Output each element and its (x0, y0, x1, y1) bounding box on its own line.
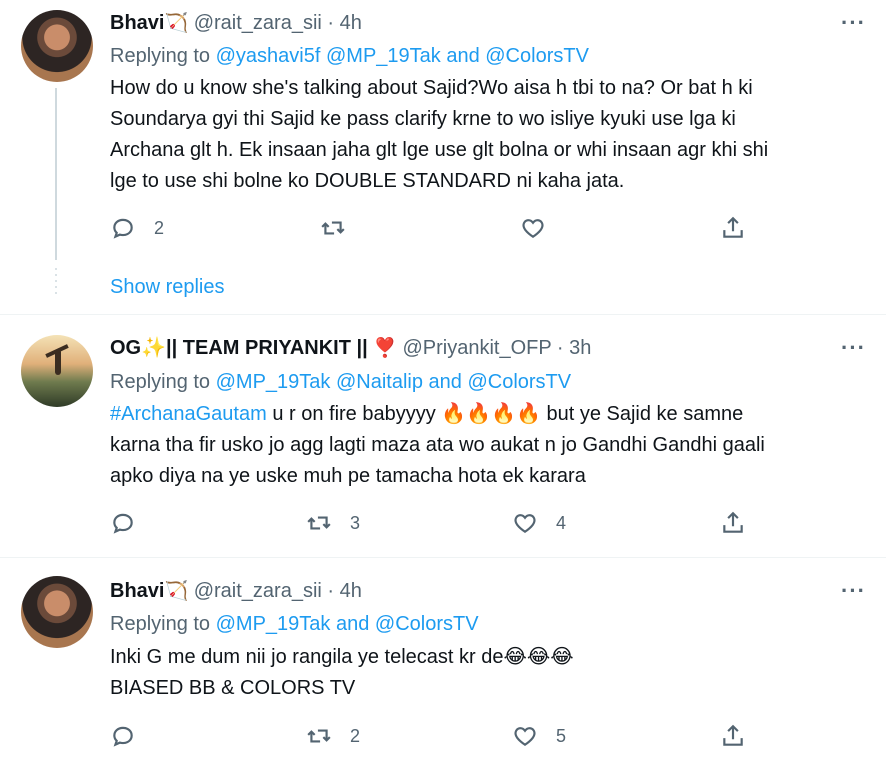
display-name[interactable]: Bhavi (110, 12, 164, 34)
like-icon (514, 727, 536, 746)
tweet-3[interactable]: Bhavi🏹 @rait_zara_sii · 4h ··· Replying … (0, 558, 886, 759)
bow-and-arrow-icon: 🏹 (164, 13, 189, 34)
share-button[interactable] (720, 213, 746, 243)
reply-button[interactable] (110, 508, 154, 538)
hashtag-link[interactable]: #ArchanaGautam (110, 403, 267, 425)
retweet-icon (307, 516, 331, 530)
retweet-icon (307, 729, 331, 743)
reply-count: 2 (154, 217, 165, 238)
replying-to-label: Replying to (110, 45, 211, 67)
reply-button[interactable] (110, 721, 154, 751)
bow-and-arrow-icon: 🏹 (164, 581, 189, 602)
tweet-text: Inki G me dum nii jo rangila ye telecast… (110, 642, 850, 704)
separator-dot: · (556, 337, 564, 359)
more-icon[interactable]: ··· (841, 335, 866, 361)
replying-to-label: Replying to (110, 371, 211, 393)
replying-to-targets[interactable]: @MP_19Tak @Naitalip and @ColorsTV (216, 371, 572, 393)
like-button[interactable] (520, 213, 564, 243)
retweet-button[interactable]: 2 (306, 721, 360, 751)
tweet-text-line: Archana glt h. Ek insaan jaha glt lge us… (110, 139, 769, 161)
tweet-actions: 2 5 (110, 721, 750, 751)
share-button[interactable] (720, 508, 746, 538)
retweet-count: 2 (350, 725, 361, 746)
reply-icon (113, 218, 133, 239)
user-handle[interactable]: @Priyankit_OFP (402, 337, 551, 359)
tweet-1[interactable]: Bhavi🏹 @rait_zara_sii · 4h ··· Replying … (0, 0, 886, 314)
display-name[interactable]: OG✨|| TEAM PRIYANKIT || (110, 337, 368, 359)
more-icon[interactable]: ··· (841, 578, 866, 604)
tweet-text-line: How do u know she's talking about Sajid?… (110, 77, 753, 99)
like-count: 4 (556, 512, 567, 533)
tweet-header: Bhavi🏹 @rait_zara_sii · 4h (110, 578, 362, 604)
share-icon (723, 724, 743, 746)
retweet-count: 3 (350, 512, 361, 533)
user-handle[interactable]: @rait_zara_sii (194, 580, 322, 602)
avatar[interactable] (21, 335, 93, 407)
display-name[interactable]: Bhavi (110, 580, 164, 602)
retweet-icon (321, 221, 345, 235)
like-icon (514, 514, 536, 533)
user-handle[interactable]: @rait_zara_sii (194, 12, 322, 34)
replying-to: Replying to @yashavi5f @MP_19Tak and @Co… (110, 43, 589, 69)
replying-to-targets[interactable]: @MP_19Tak and @ColorsTV (216, 613, 479, 635)
like-button[interactable]: 4 (512, 508, 566, 538)
tweet-text-line: BIASED BB & COLORS TV (110, 677, 356, 699)
avatar[interactable] (21, 10, 93, 82)
tweet-text-fragment: u r on fire babyyyy 🔥🔥🔥🔥 but ye Sajid ke… (266, 403, 744, 425)
avatar[interactable] (21, 576, 93, 648)
tweet-2[interactable]: OG✨|| TEAM PRIYANKIT || ❣️ @Priyankit_OF… (0, 315, 886, 557)
tweet-header: Bhavi🏹 @rait_zara_sii · 4h (110, 10, 362, 36)
like-button[interactable]: 5 (512, 721, 566, 751)
reply-button[interactable]: 2 (110, 213, 164, 243)
retweet-button[interactable]: 3 (306, 508, 360, 538)
thread-line (55, 88, 57, 260)
tweet-actions: 3 4 (110, 508, 750, 538)
heart-exclamation-icon: ❣️ (373, 338, 397, 359)
replying-to-label: Replying to (110, 613, 211, 635)
replying-to-targets[interactable]: @yashavi5f @MP_19Tak and @ColorsTV (216, 45, 589, 67)
share-icon (723, 216, 743, 238)
tweet-text-line: Inki G me dum nii jo rangila ye telecast… (110, 646, 574, 668)
tweet-text-line: apko diya na ye uske muh pe tamacha hota… (110, 465, 586, 487)
thread-dots (55, 268, 57, 298)
tweet-text: How do u know she's talking about Sajid?… (110, 73, 850, 197)
timestamp[interactable]: 4h (340, 580, 362, 602)
reply-icon (113, 726, 133, 747)
separator-dot: · (327, 12, 335, 34)
tweet-text-line: lge to use shi bolne ko DOUBLE STANDARD … (110, 170, 625, 192)
replying-to: Replying to @MP_19Tak and @ColorsTV (110, 611, 479, 637)
timestamp[interactable]: 3h (569, 337, 591, 359)
tweet-actions: 2 (110, 213, 750, 243)
share-icon (723, 511, 743, 533)
like-icon (522, 219, 544, 238)
separator-dot: · (327, 580, 335, 602)
tweet-text: #ArchanaGautam u r on fire babyyyy 🔥🔥🔥🔥 … (110, 399, 850, 492)
share-button[interactable] (720, 721, 746, 751)
timestamp[interactable]: 4h (340, 12, 362, 34)
retweet-button[interactable] (320, 213, 364, 243)
replying-to: Replying to @MP_19Tak @Naitalip and @Col… (110, 369, 571, 395)
tweet-text-line: #ArchanaGautam u r on fire babyyyy 🔥🔥🔥🔥 … (110, 399, 850, 430)
more-icon[interactable]: ··· (841, 10, 866, 36)
reply-icon (113, 513, 133, 534)
tweet-header: OG✨|| TEAM PRIYANKIT || ❣️ @Priyankit_OF… (110, 335, 591, 361)
tweet-text-line: Soundarya gyi thi Sajid ke pass clarify … (110, 108, 736, 130)
show-replies-link[interactable]: Show replies (110, 274, 225, 300)
like-count: 5 (556, 725, 567, 746)
tweet-text-line: karna tha fir usko jo agg lagti maza ata… (110, 434, 765, 456)
